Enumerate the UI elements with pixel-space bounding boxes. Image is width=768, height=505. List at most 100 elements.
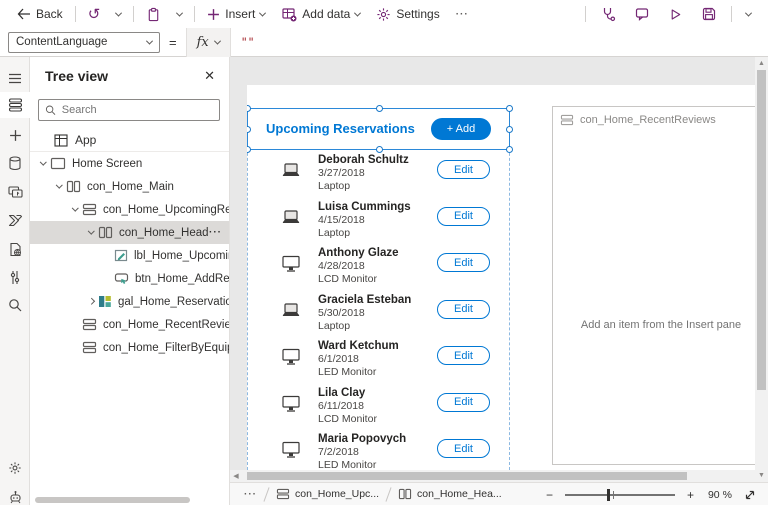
- add-button[interactable]: + Add: [431, 118, 491, 140]
- rail-settings-button[interactable]: [0, 455, 30, 481]
- tree-item-app[interactable]: App: [30, 129, 229, 151]
- add-data-button[interactable]: Add data: [274, 2, 367, 26]
- horizontal-scrollbar[interactable]: ◀: [230, 470, 755, 482]
- selection-handle[interactable]: [247, 105, 251, 112]
- undo-dropdown[interactable]: [109, 2, 128, 26]
- gallery-row[interactable]: Anthony Glaze4/28/2018LCD Monitor Edit: [247, 245, 510, 291]
- paste-dropdown[interactable]: [170, 2, 189, 26]
- chevron-down-icon[interactable]: [88, 228, 94, 234]
- container-name-label: con_Home_RecentReviews: [580, 114, 716, 126]
- edit-button[interactable]: Edit: [437, 393, 490, 412]
- virtual-agent-button[interactable]: [0, 484, 30, 505]
- breadcrumb-overflow-button[interactable]: ···: [244, 489, 257, 500]
- add-data-label: Add data: [302, 7, 350, 21]
- monitor-icon: [280, 255, 302, 273]
- horizontal-scrollbar-thumb[interactable]: [247, 472, 687, 480]
- gallery-row[interactable]: Ward Ketchum6/1/2018LED Monitor Edit: [247, 338, 510, 384]
- edit-button[interactable]: Edit: [437, 253, 490, 272]
- chevron-right-icon[interactable]: [88, 298, 94, 304]
- edit-button[interactable]: Edit: [437, 346, 490, 365]
- edit-button[interactable]: Edit: [437, 300, 490, 319]
- app-checker-button[interactable]: [593, 2, 623, 26]
- breadcrumb-con-home-header[interactable]: con_Home_Hea...: [398, 488, 502, 500]
- comments-button[interactable]: [627, 2, 657, 26]
- undo-button[interactable]: ↺: [81, 2, 108, 26]
- tree-item-home-screen[interactable]: Home Screen: [30, 152, 230, 175]
- app-screen[interactable]: Deborah Schultz3/27/2018Laptop Edit Luis…: [247, 85, 755, 470]
- plus-icon: [207, 8, 220, 21]
- recent-reviews-container[interactable]: con_Home_RecentReviews Add an item from …: [552, 106, 755, 465]
- tree-view-panel: Tree view ✕ App Home Screen con_Home_Mai…: [30, 57, 230, 505]
- selection-handle[interactable]: [506, 105, 513, 112]
- search-nav-button[interactable]: [0, 292, 30, 318]
- zoom-out-button[interactable]: −: [542, 488, 557, 502]
- play-icon: [668, 7, 683, 22]
- scroll-left-arrow-icon[interactable]: ◀: [230, 470, 242, 482]
- edit-button[interactable]: Edit: [437, 207, 490, 226]
- tree-item-con-home-header[interactable]: con_Home_Header ···: [30, 221, 230, 244]
- selection-handle[interactable]: [506, 126, 513, 133]
- zoom-slider-handle[interactable]: [607, 489, 610, 501]
- tree-item-con-home-upcomingreservations[interactable]: con_Home_UpcomingReservations: [30, 198, 230, 221]
- chevron-down-icon: [115, 9, 122, 16]
- hamburger-icon: [8, 73, 22, 84]
- gallery-row[interactable]: Maria Popovych7/2/2018LED Monitor Edit: [247, 431, 510, 470]
- preview-play-button[interactable]: [661, 2, 690, 26]
- gallery-row[interactable]: Deborah Schultz3/27/2018Laptop Edit: [247, 152, 510, 198]
- vertical-container-icon: [82, 341, 97, 354]
- tree-item-con-home-main[interactable]: con_Home_Main: [30, 175, 230, 198]
- formula-input[interactable]: "": [241, 35, 255, 49]
- zoom-percentage: 90%: [708, 489, 732, 501]
- advanced-tools-nav-button[interactable]: [0, 236, 30, 262]
- tree-item-con-home-recentreviews[interactable]: con_Home_RecentReviews: [30, 313, 230, 336]
- tree-search-box[interactable]: [38, 99, 220, 121]
- close-icon[interactable]: ✕: [204, 68, 215, 84]
- zoom-in-button[interactable]: +: [683, 488, 698, 502]
- vertical-scrollbar-thumb[interactable]: [757, 70, 766, 390]
- selection-handle[interactable]: [506, 146, 513, 153]
- breadcrumb-con-home-upcomingreservations[interactable]: con_Home_Upc...: [276, 488, 379, 500]
- fx-button[interactable]: fx: [186, 28, 231, 57]
- save-button[interactable]: [694, 2, 724, 26]
- selection-handle[interactable]: [376, 146, 383, 153]
- tree-horizontal-scrollbar[interactable]: [35, 497, 190, 503]
- scroll-down-arrow-icon[interactable]: ▼: [755, 469, 768, 482]
- tree-item-btn-home-addreservation[interactable]: btn_Home_AddReservation: [30, 267, 230, 290]
- tree-item-con-home-filterbyequipment[interactable]: con_Home_FilterByEquipment: [30, 336, 230, 359]
- variables-nav-button[interactable]: [0, 264, 30, 290]
- vertical-scrollbar[interactable]: ▲ ▼: [755, 57, 768, 482]
- selection-handle[interactable]: [247, 126, 251, 133]
- chevron-down-icon[interactable]: [72, 205, 78, 211]
- laptop-icon: [280, 162, 302, 180]
- insert-button[interactable]: Insert: [200, 2, 272, 26]
- edit-button[interactable]: Edit: [437, 439, 490, 458]
- property-dropdown[interactable]: ContentLanguage: [8, 32, 160, 53]
- chevron-down-icon[interactable]: [56, 182, 62, 188]
- scroll-up-arrow-icon[interactable]: ▲: [755, 57, 768, 70]
- hamburger-menu-button[interactable]: [0, 65, 30, 91]
- settings-button[interactable]: Settings: [369, 2, 446, 26]
- insert-nav-button[interactable]: [0, 122, 30, 148]
- data-nav-button[interactable]: [0, 150, 30, 176]
- commandbar-overflow-button[interactable]: ···: [449, 2, 476, 26]
- paste-button[interactable]: [139, 2, 168, 26]
- media-nav-button[interactable]: [0, 179, 30, 205]
- edit-button[interactable]: Edit: [437, 160, 490, 179]
- chevron-down-icon[interactable]: [40, 159, 46, 165]
- back-button[interactable]: Back: [10, 2, 70, 26]
- tree-item-lbl-home-upcomingreservation[interactable]: lbl_Home_UpcomingReservat: [30, 244, 230, 267]
- tree-view-nav-button[interactable]: [0, 92, 30, 118]
- gallery-row[interactable]: Lila Clay6/11/2018LCD Monitor Edit: [247, 385, 510, 431]
- selected-header-container[interactable]: Upcoming Reservations + Add: [247, 108, 510, 150]
- gallery-row[interactable]: Luisa Cummings4/15/2018Laptop Edit: [247, 199, 510, 245]
- fit-to-window-button[interactable]: [744, 489, 756, 501]
- search-input[interactable]: [62, 104, 213, 116]
- tree-item-gal-home-reservations[interactable]: gal_Home_Reservations: [30, 290, 230, 313]
- save-dropdown[interactable]: [739, 2, 758, 26]
- selection-handle[interactable]: [376, 105, 383, 112]
- upcoming-reservations-title: Upcoming Reservations: [266, 121, 415, 136]
- gallery-row[interactable]: Graciela Esteban5/30/2018Laptop Edit: [247, 292, 510, 338]
- item-overflow-icon[interactable]: ···: [209, 227, 230, 238]
- zoom-slider[interactable]: [565, 494, 675, 496]
- power-automate-nav-button[interactable]: [0, 207, 30, 233]
